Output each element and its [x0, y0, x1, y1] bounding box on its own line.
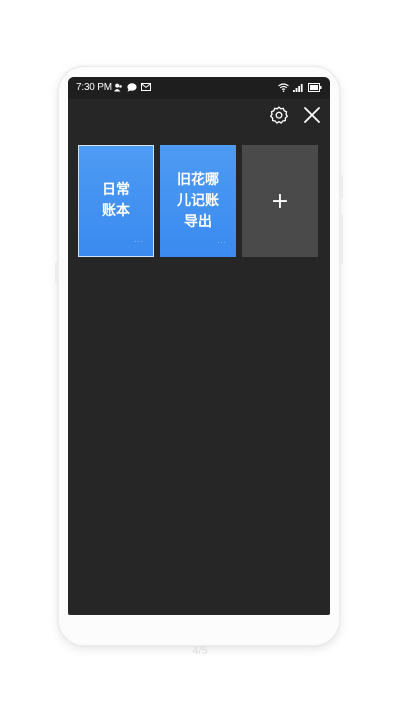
account-book-title: 旧花哪 儿记账 导出 [177, 171, 219, 230]
app-screen: 7:30 PM 日常 账本 ··· 旧花哪 儿记账 导出 ··· + [68, 77, 330, 615]
account-book-title: 日常 账本 [102, 182, 130, 219]
account-book-card-import[interactable]: 旧花哪 儿记账 导出 ··· [160, 145, 236, 257]
gear-icon[interactable] [269, 105, 289, 125]
plus-icon: + [270, 188, 290, 214]
wifi-icon [278, 83, 289, 92]
page-indicator: 4/5 [192, 645, 208, 657]
more-options-icon[interactable]: ··· [217, 233, 227, 254]
person-icon [114, 83, 122, 92]
phone-side-button-right-top [340, 175, 343, 199]
status-bar: 7:30 PM [68, 77, 330, 99]
status-time: 7:30 PM [76, 82, 112, 93]
more-options-icon[interactable]: ··· [134, 232, 144, 253]
add-account-book-button[interactable]: + [242, 145, 318, 257]
battery-icon [308, 83, 322, 92]
phone-side-button-left [55, 262, 58, 284]
mail-icon [141, 83, 151, 91]
account-book-card-daily[interactable]: 日常 账本 ··· [78, 145, 154, 257]
signal-icon [293, 84, 303, 92]
phone-side-button-right [340, 214, 343, 264]
chat-bubble-icon [127, 83, 137, 92]
close-icon[interactable] [303, 106, 321, 124]
